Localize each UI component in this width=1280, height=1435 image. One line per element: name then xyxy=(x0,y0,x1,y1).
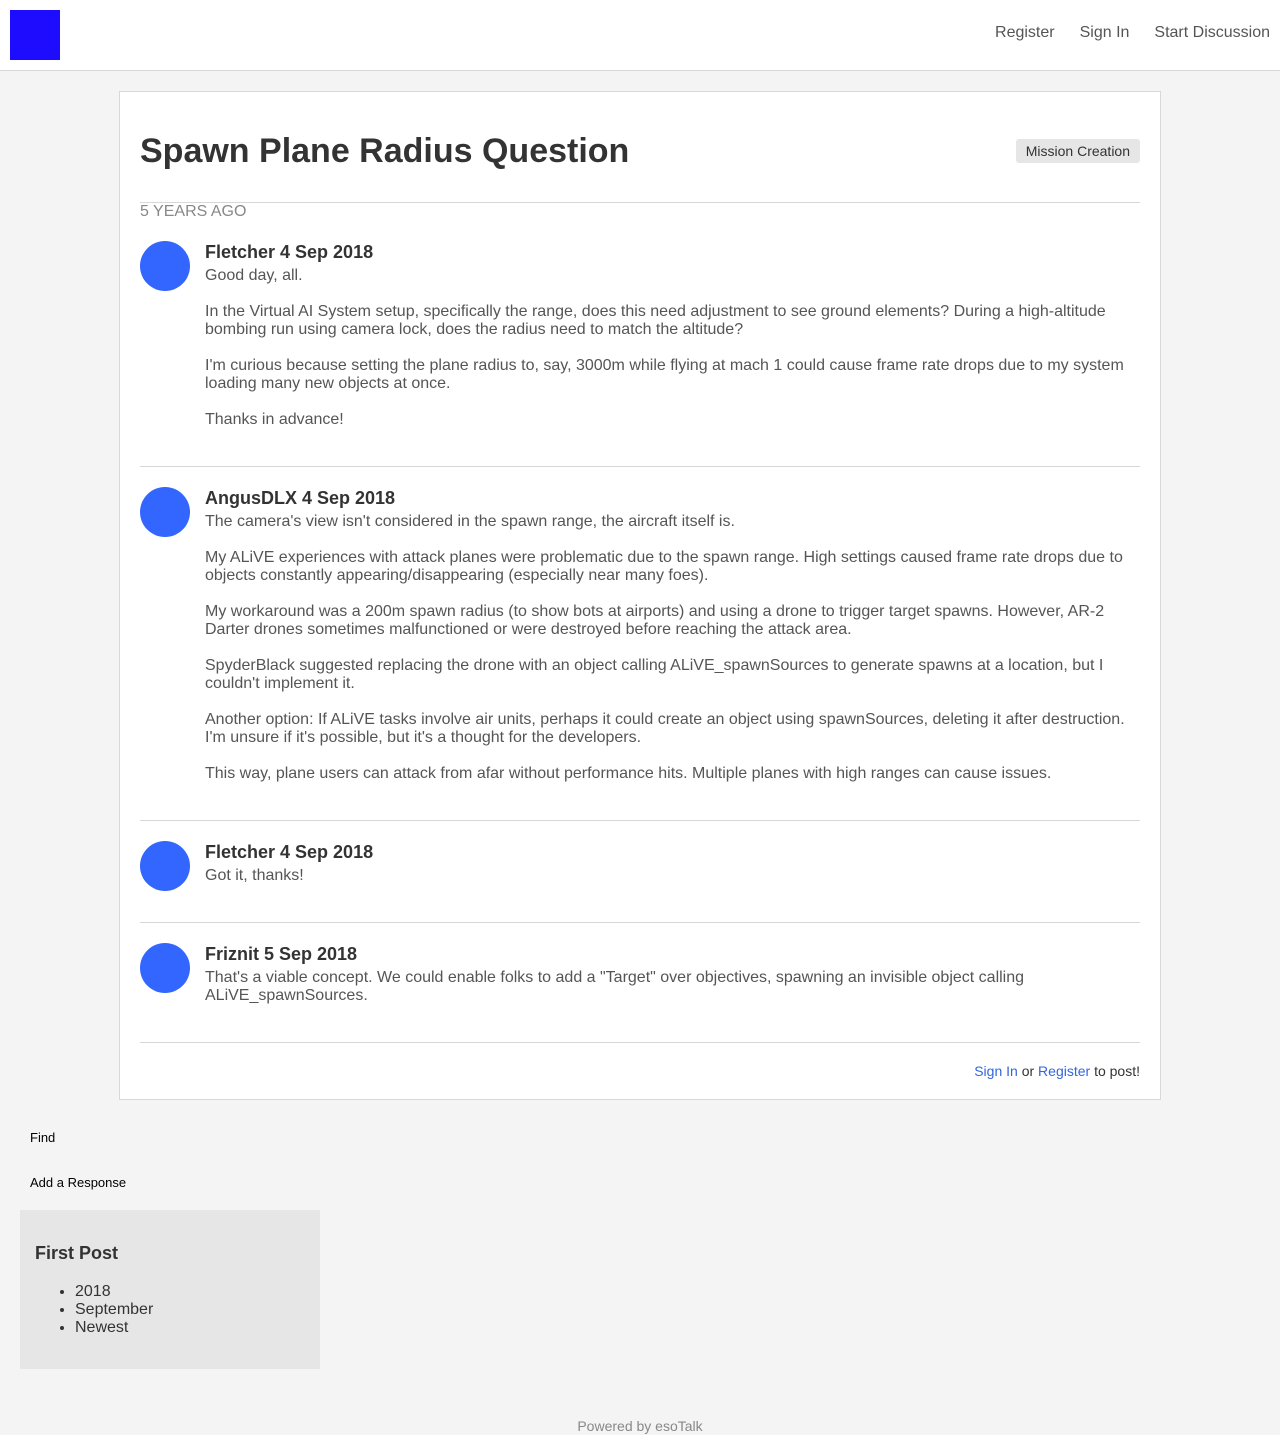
post-paragraph: This way, plane users can attack from af… xyxy=(205,765,1052,782)
post-paragraph: Got it, thanks! xyxy=(205,867,304,884)
divider xyxy=(140,202,1140,203)
register-link[interactable]: Register xyxy=(1038,1063,1090,1079)
post-heading: AngusDLX 4 Sep 2018 xyxy=(205,488,396,508)
channel-tag[interactable]: Mission Creation xyxy=(1015,139,1140,163)
post-divider xyxy=(140,466,1140,467)
discussion-age: 5 YEARS AGO xyxy=(140,203,247,220)
add-response-button[interactable]: Add a Response xyxy=(30,1175,126,1190)
post-paragraph: That's a viable concept. We could enable… xyxy=(205,969,1025,1004)
reply-prompt-or: or xyxy=(1017,1063,1039,1079)
post-heading: Fletcher 4 Sep 2018 xyxy=(205,842,374,862)
first-post-month[interactable]: September xyxy=(75,1301,305,1319)
reply-prompt-suffix: to post! xyxy=(1090,1063,1140,1079)
post-paragraph: Another option: If ALiVE tasks involve a… xyxy=(205,711,1125,746)
discussion-title: Spawn Plane Radius Question xyxy=(140,132,630,170)
first-post-list: 2018 September Newest xyxy=(35,1283,305,1337)
avatar[interactable] xyxy=(140,943,190,993)
avatar[interactable] xyxy=(140,487,190,537)
post-divider xyxy=(140,922,1140,923)
first-post-title: First Post xyxy=(35,1243,119,1263)
first-post-panel: First Post 2018 September Newest xyxy=(20,1210,320,1369)
discussion-card: Spawn Plane Radius Question Mission Crea… xyxy=(119,91,1161,1100)
site-header: Register Sign In Start Discussion xyxy=(0,0,1280,71)
avatar[interactable] xyxy=(140,841,190,891)
post-paragraph: I'm curious because setting the plane ra… xyxy=(205,357,1124,392)
first-post-newest[interactable]: Newest xyxy=(75,1319,305,1337)
register-link[interactable]: Register xyxy=(995,24,1055,42)
find-button[interactable]: Find xyxy=(30,1130,55,1145)
powered-by-footer: Powered by esoTalk xyxy=(577,1418,703,1434)
post-divider xyxy=(140,820,1140,821)
start-discussion-link[interactable]: Start Discussion xyxy=(1154,24,1270,42)
post-paragraph: In the Virtual AI System setup, specific… xyxy=(205,303,1106,338)
header-nav: Register Sign In Start Discussion xyxy=(995,24,1270,42)
first-post-year[interactable]: 2018 xyxy=(75,1283,305,1301)
reply-prompt: Sign In or Register to post! xyxy=(974,1063,1140,1079)
post-paragraph: My ALiVE experiences with attack planes … xyxy=(205,549,1123,584)
post-paragraph: SpyderBlack suggested replacing the dron… xyxy=(205,657,1104,692)
site-logo[interactable] xyxy=(10,10,60,60)
avatar[interactable] xyxy=(140,241,190,291)
post-paragraph: Thanks in advance! xyxy=(205,411,344,428)
sign-in-link[interactable]: Sign In xyxy=(1080,24,1130,42)
post-heading: Fletcher 4 Sep 2018 xyxy=(205,242,374,262)
post-paragraph: My workaround was a 200m spawn radius (t… xyxy=(205,603,1105,638)
post-paragraph: Good day, all. xyxy=(205,267,303,284)
sign-in-link[interactable]: Sign In xyxy=(974,1063,1018,1079)
post-heading: Friznit 5 Sep 2018 xyxy=(205,944,358,964)
post-paragraph: The camera's view isn't considered in th… xyxy=(205,513,735,530)
post-divider xyxy=(140,1042,1140,1043)
